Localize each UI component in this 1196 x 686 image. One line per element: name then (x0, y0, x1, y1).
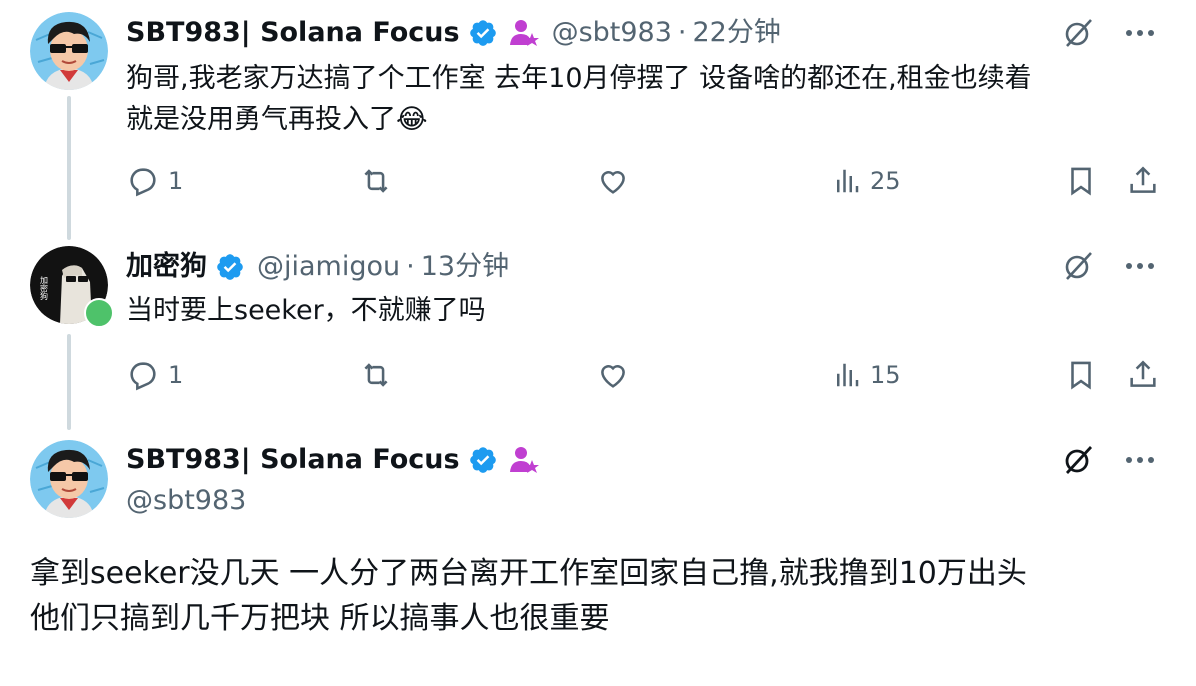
tweet-header: 加密狗 @jiamigou · 13分钟 (126, 250, 509, 284)
reply-icon (130, 362, 156, 391)
tweet-text: 当时要上seeker，不就赚了吗 (126, 290, 486, 331)
tweet-action-bar: 1 15 (126, 353, 1166, 397)
share-button[interactable] (1126, 353, 1160, 397)
tweet-text: 拿到seeker没几天 一人分了两台离开工作室回家自己撸,就我撸到10万出头 他… (30, 551, 1027, 641)
avatar[interactable] (30, 440, 108, 518)
like-icon (601, 365, 625, 388)
verified-badge-icon[interactable] (468, 18, 498, 48)
avatar-text: 加密狗 (40, 275, 49, 301)
thread-page: SBT983| Solana Focus @sbt983 · 22分钟 狗哥,我… (0, 0, 1196, 686)
views-icon (837, 169, 859, 193)
grok-icon[interactable] (1058, 440, 1098, 480)
like-icon (601, 171, 625, 194)
tweet-text-line: 狗哥,我老家万达搞了个工作室 去年10月停摆了 设备啥的都还在,租金也续着 (126, 63, 1032, 94)
tweet-text-line: 就是没用勇气再投入了😂 (126, 104, 428, 135)
verified-badge-icon[interactable] (468, 445, 498, 475)
like-button[interactable] (596, 159, 630, 203)
more-icon[interactable] (1120, 246, 1160, 286)
views-button[interactable]: 25 (832, 159, 901, 203)
thread-line (67, 334, 71, 430)
reply-button[interactable]: 1 (126, 353, 183, 397)
retweet-button[interactable] (358, 159, 394, 203)
avatar[interactable] (30, 12, 108, 90)
tweet-text: 狗哥,我老家万达搞了个工作室 去年10月停摆了 设备啥的都还在,租金也续着 就是… (126, 58, 1032, 140)
tweet-header: SBT983| Solana Focus @sbt983 · 22分钟 (126, 16, 781, 50)
views-count: 25 (870, 167, 901, 195)
views-icon (837, 363, 859, 387)
tweet-text-line: 拿到seeker没几天 一人分了两台离开工作室回家自己撸,就我撸到10万出头 (30, 556, 1027, 591)
tweet-header: SBT983| Solana Focus (126, 443, 540, 477)
retweet-icon (364, 169, 388, 193)
bookmark-icon (1071, 361, 1091, 390)
reply-count: 1 (168, 361, 184, 389)
share-icon (1130, 360, 1156, 387)
views-count: 15 (870, 361, 901, 389)
like-button[interactable] (596, 353, 630, 397)
thread-line (67, 96, 71, 240)
handle[interactable]: @sbt983 (126, 484, 246, 518)
more-icon[interactable] (1120, 440, 1160, 480)
handle[interactable]: @jiamigou (257, 250, 400, 284)
avatar-badge (84, 298, 114, 328)
reply-count: 1 (168, 167, 184, 195)
affiliate-icon[interactable] (508, 17, 540, 49)
timestamp[interactable]: 13分钟 (421, 250, 509, 284)
tweet-top-actions (1058, 440, 1160, 480)
views-button[interactable]: 15 (832, 353, 901, 397)
share-button[interactable] (1126, 159, 1160, 203)
handle[interactable]: @sbt983 (552, 16, 672, 50)
display-name[interactable]: SBT983| Solana Focus (126, 16, 460, 50)
bookmark-button[interactable] (1064, 159, 1098, 203)
share-icon (1130, 166, 1156, 193)
separator-dot: · (406, 251, 415, 282)
reply-icon (130, 168, 156, 197)
tweet-top-actions (1058, 13, 1160, 53)
retweet-icon (364, 363, 388, 387)
tweet-text-line: 当时要上seeker，不就赚了吗 (126, 295, 486, 326)
bookmark-icon (1071, 167, 1091, 196)
tweet-text-line: 他们只搞到几千万把块 所以搞事人也很重要 (30, 601, 610, 636)
more-icon[interactable] (1120, 13, 1160, 53)
retweet-button[interactable] (358, 353, 394, 397)
grok-icon[interactable] (1058, 246, 1098, 286)
display-name[interactable]: SBT983| Solana Focus (126, 443, 460, 477)
affiliate-icon[interactable] (508, 444, 540, 476)
grok-icon[interactable] (1058, 13, 1098, 53)
separator-dot: · (677, 17, 687, 48)
reply-button[interactable]: 1 (126, 159, 183, 203)
verified-badge-icon[interactable] (215, 252, 245, 282)
timestamp[interactable]: 22分钟 (693, 16, 781, 50)
bookmark-button[interactable] (1064, 353, 1098, 397)
tweet-top-actions (1058, 246, 1160, 286)
display-name[interactable]: 加密狗 (126, 250, 207, 284)
tweet-action-bar: 1 25 (126, 159, 1166, 203)
